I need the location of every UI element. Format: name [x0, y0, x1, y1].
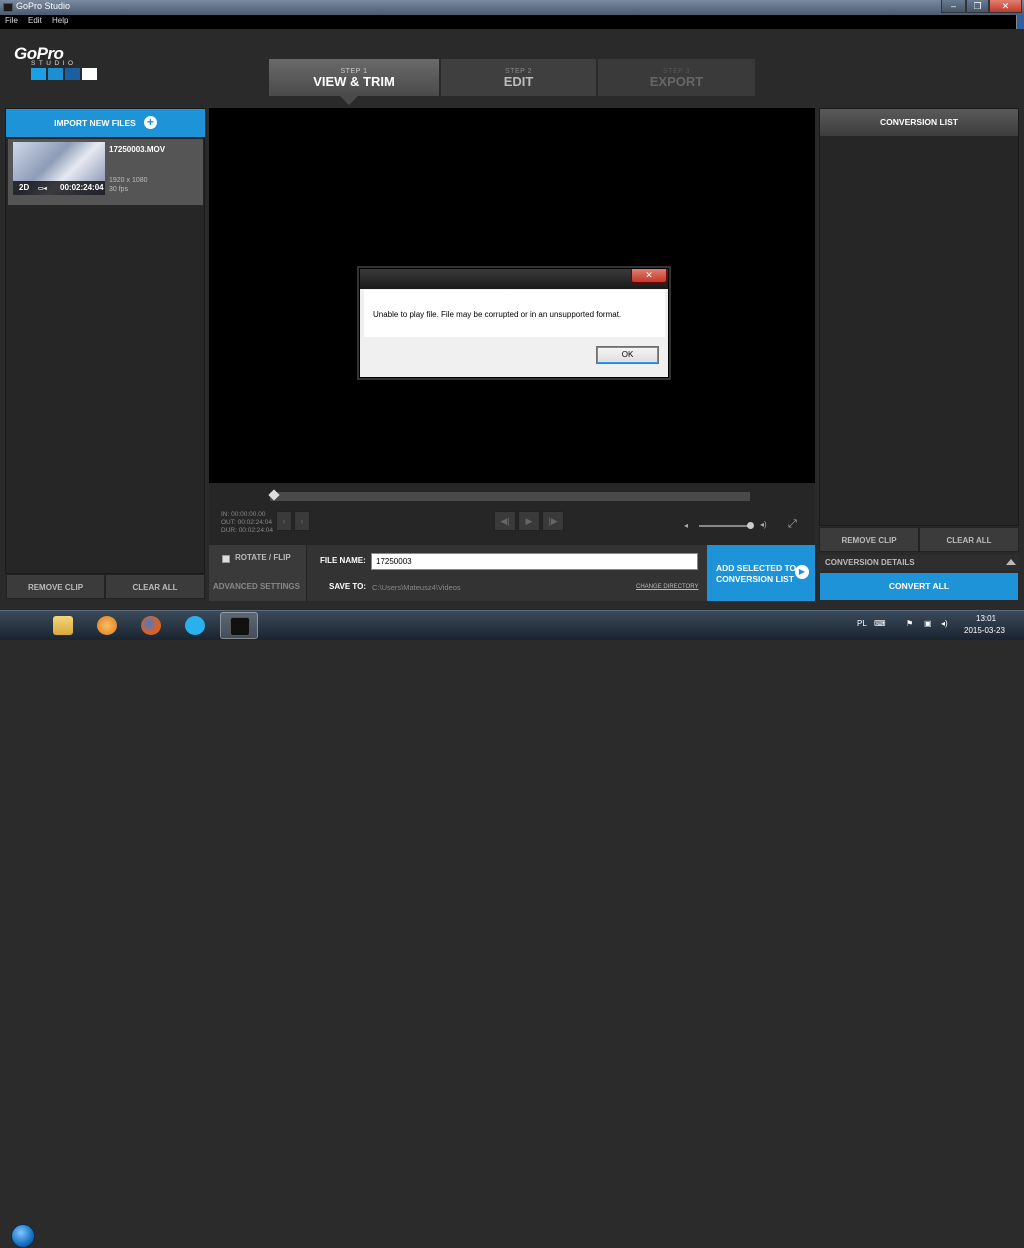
tab-edit[interactable]: STEP 2 EDIT — [441, 59, 596, 96]
conversion-list-panel — [819, 108, 1019, 526]
import-files-button[interactable]: IMPORT NEW FILES + — [6, 109, 205, 137]
logo-square — [65, 68, 80, 80]
tab-view-trim[interactable]: STEP 1 VIEW & TRIM — [269, 59, 439, 96]
volume-knob[interactable] — [747, 522, 754, 529]
arrow-right-icon: ▶ — [795, 565, 809, 579]
clear-all-button[interactable]: CLEAR ALL — [105, 574, 205, 599]
clock-time[interactable]: 13:01 — [976, 614, 996, 623]
logo-sub: STUDIO — [31, 60, 77, 67]
rotate-flip-label: ROTATE / FLIP — [235, 553, 291, 562]
language-indicator[interactable]: PL — [857, 619, 867, 628]
conversion-details-label: CONVERSION DETAILS — [825, 558, 915, 567]
windows-orb-icon — [11, 1224, 35, 1248]
network-icon[interactable]: ▣ — [924, 619, 932, 628]
taskbar-explorer[interactable] — [44, 612, 82, 639]
menu-bar: File Edit Help — [0, 15, 1024, 29]
fullscreen-icon[interactable]: ⤢ — [788, 518, 797, 531]
volume-tray-icon[interactable]: ◂) — [941, 619, 948, 628]
maximize-button[interactable]: ❐ — [966, 0, 989, 13]
mark-out-button[interactable]: › — [294, 511, 310, 531]
save-to-label: SAVE TO: — [329, 582, 367, 591]
dialog-close-button[interactable]: ✕ — [631, 269, 667, 283]
camera-icon: ▭◂ — [38, 186, 47, 192]
taskbar-gopro-studio[interactable] — [220, 612, 258, 639]
gopro-studio-icon — [230, 617, 250, 636]
add-label-line1: ADD SELECTED TO — [716, 563, 797, 573]
remove-clip-button[interactable]: REMOVE CLIP — [6, 574, 105, 599]
taskbar-media-player[interactable] — [88, 612, 126, 639]
tab-export[interactable]: STEP 3 EXPORT — [598, 59, 755, 96]
start-button[interactable] — [3, 611, 39, 1248]
menu-file[interactable]: File — [5, 16, 18, 25]
clip-name: 17250003.MOV — [109, 145, 166, 154]
volume-slider[interactable] — [699, 525, 751, 527]
file-name-input[interactable] — [371, 553, 698, 570]
dialog-message: Unable to play file. File may be corrupt… — [373, 310, 622, 319]
clock-date[interactable]: 2015-03-23 — [964, 626, 1005, 635]
timecode-in: IN: 00:00:00.00 — [221, 511, 266, 518]
gopro-logo: GoPro STUDIO — [14, 44, 97, 82]
active-step-indicator — [340, 96, 358, 105]
conversion-remove-clip-button[interactable]: REMOVE CLIP — [819, 527, 919, 552]
import-label: IMPORT NEW FILES — [54, 118, 136, 128]
taskbar-skype[interactable] — [176, 612, 214, 639]
advanced-settings-button[interactable]: ADVANCED SETTINGS — [213, 582, 300, 591]
action-center-flag-icon[interactable]: ⚑ — [906, 619, 913, 628]
timecode-dur: DUR: 00:02:24:04 — [221, 527, 274, 534]
taskbar-firefox[interactable] — [132, 612, 170, 639]
skype-icon — [185, 616, 205, 635]
close-button[interactable]: ✕ — [989, 0, 1022, 13]
volume-low-icon: ◂ — [684, 521, 689, 530]
step-label: VIEW & TRIM — [313, 74, 395, 89]
logo-square — [82, 68, 97, 80]
app-icon — [3, 3, 13, 12]
window-title: GoPro Studio — [16, 1, 71, 11]
clip-badge-2d: 2D — [19, 183, 30, 192]
volume-high-icon: ◂) — [760, 520, 767, 529]
clip-resolution: 1920 x 1080 — [109, 177, 148, 184]
prev-frame-button[interactable]: ◀| — [494, 511, 516, 531]
conversion-clear-all-button[interactable]: CLEAR ALL — [919, 527, 1019, 552]
add-label-line2: CONVERSION LIST — [716, 574, 794, 584]
file-name-label: FILE NAME: — [320, 556, 366, 565]
scrub-bar[interactable] — [270, 492, 750, 501]
dialog-titlebar[interactable] — [360, 269, 668, 289]
menu-help[interactable]: Help — [52, 16, 68, 25]
rotate-flip-checkbox[interactable] — [222, 555, 230, 563]
plus-icon: + — [143, 116, 157, 130]
save-to-path: C:\Users\Mateusz4\Videos — [372, 583, 461, 592]
dialog-ok-button[interactable]: OK — [596, 346, 659, 364]
media-player-icon — [97, 616, 117, 635]
step-label: EXPORT — [649, 74, 704, 89]
timecode-out: OUT: 00:02:24:04 — [221, 519, 272, 526]
conversion-list-header: CONVERSION LIST — [820, 109, 1018, 136]
clip-duration: 00:02:24:04 — [60, 183, 104, 192]
firefox-icon — [141, 616, 161, 635]
next-frame-button[interactable]: |▶ — [542, 511, 564, 531]
clip-fps: 30 fps — [109, 186, 129, 193]
keyboard-icon[interactable]: ⌨ — [874, 619, 886, 628]
convert-all-button[interactable]: CONVERT ALL — [820, 573, 1018, 600]
step-label: EDIT — [503, 74, 534, 89]
logo-square — [31, 68, 46, 80]
chevron-up-icon — [1006, 559, 1016, 565]
menu-edit[interactable]: Edit — [28, 16, 42, 25]
window-titlebar[interactable]: GoPro Studio – ❐ ✕ — [0, 0, 1024, 15]
change-directory-link[interactable]: CHANGE DIRECTORY — [636, 584, 698, 590]
play-button[interactable]: ▶ — [518, 511, 540, 531]
mark-in-button[interactable]: ‹ — [276, 511, 292, 531]
logo-square — [48, 68, 63, 80]
folder-icon — [53, 616, 73, 635]
minimize-button[interactable]: – — [941, 0, 966, 13]
